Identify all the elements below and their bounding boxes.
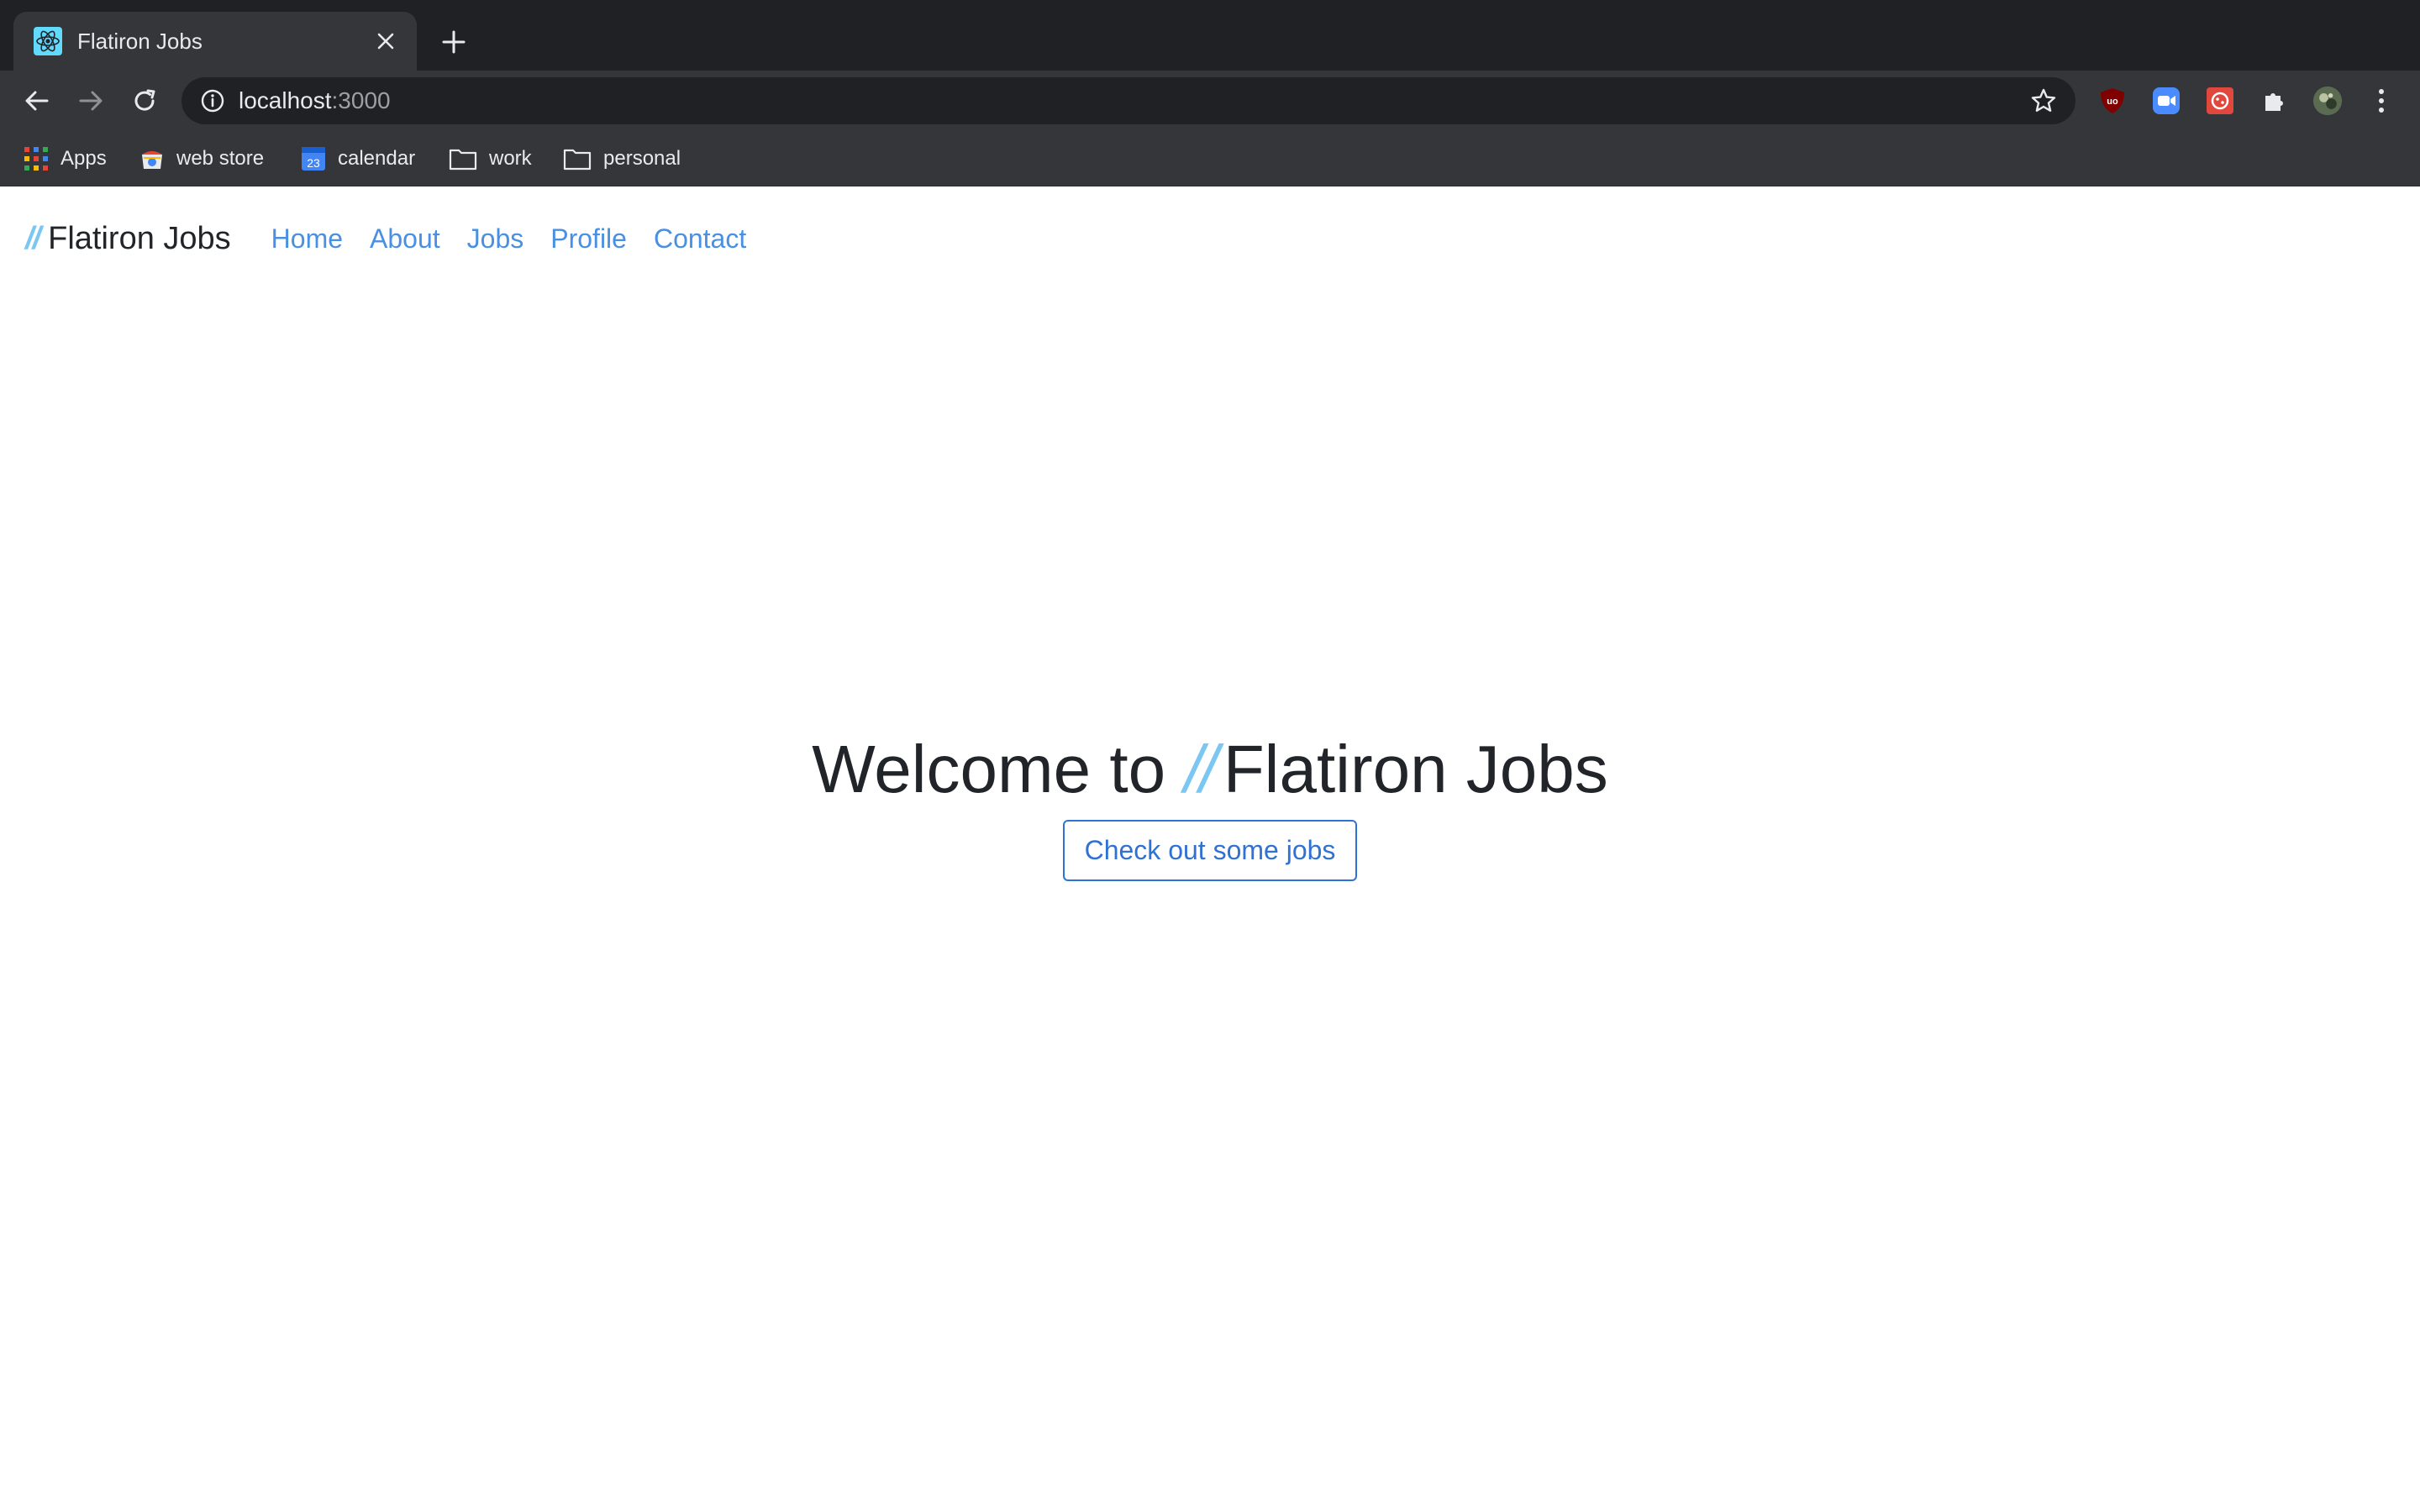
info-icon[interactable] — [200, 88, 225, 113]
hero-title-suffix: Flatiron Jobs — [1223, 732, 1608, 806]
bookmarks-bar: Apps web store 23 calendar work personal — [0, 131, 2420, 186]
bookmark-label: work — [489, 147, 532, 170]
kebab-menu-icon[interactable] — [2366, 86, 2396, 116]
bookmark-label: calendar — [338, 147, 416, 170]
url-port: :3000 — [331, 87, 391, 113]
bookmark-apps[interactable]: Apps — [24, 143, 107, 175]
nav-link-jobs[interactable]: Jobs — [467, 223, 524, 255]
hero-title-prefix: Welcome to — [812, 732, 1166, 806]
ublock-icon[interactable]: uo — [2097, 86, 2128, 116]
folder-icon — [449, 149, 477, 171]
cookie-extension-icon[interactable] — [2205, 86, 2235, 116]
browser-toolbar: localhost:3000 uo — [0, 71, 2420, 131]
profile-avatar[interactable] — [2312, 86, 2343, 116]
back-arrow-icon[interactable] — [20, 84, 54, 118]
tab-title: Flatiron Jobs — [77, 28, 203, 54]
puzzle-extensions-icon[interactable] — [2259, 86, 2289, 116]
zoom-icon[interactable] — [2151, 86, 2181, 116]
reload-icon[interactable] — [128, 84, 161, 118]
hero-title: Welcome to //Flatiron Jobs — [0, 731, 2420, 808]
webstore-icon — [142, 151, 162, 169]
bookmark-folder-personal[interactable]: personal — [563, 143, 681, 175]
hero-title-slashes: // — [1184, 732, 1218, 806]
calendar-icon: 23 — [302, 147, 325, 171]
hero-section: Welcome to //Flatiron Jobs Check out som… — [0, 731, 2420, 881]
bookmark-label: Apps — [60, 147, 107, 170]
forward-arrow-icon[interactable] — [74, 84, 108, 118]
react-favicon-icon — [34, 27, 62, 55]
close-tab-icon[interactable] — [371, 27, 400, 55]
apps-grid-icon — [24, 147, 48, 171]
url-host: localhost — [239, 87, 332, 113]
page-content: // Flatiron Jobs Home About Jobs Profile… — [0, 186, 2420, 1512]
address-bar[interactable]: localhost:3000 — [182, 77, 2075, 124]
site-navbar: // Flatiron Jobs Home About Jobs Profile… — [25, 213, 773, 264]
bookmark-label: personal — [603, 147, 681, 170]
brand-name: Flatiron Jobs — [48, 220, 231, 256]
tab-strip: Flatiron Jobs — [0, 0, 2420, 71]
brand-slashes: // — [25, 220, 41, 256]
nav-link-home[interactable]: Home — [271, 223, 343, 255]
brand-link[interactable]: // Flatiron Jobs — [25, 221, 231, 257]
check-out-jobs-button[interactable]: Check out some jobs — [1062, 820, 1358, 881]
svg-text:uo: uo — [2107, 97, 2118, 107]
bookmark-folder-work[interactable]: work — [449, 143, 532, 175]
new-tab-icon[interactable] — [437, 25, 471, 59]
active-tab[interactable]: Flatiron Jobs — [13, 12, 417, 71]
folder-icon — [563, 149, 592, 171]
bookmark-calendar[interactable]: 23 calendar — [301, 143, 415, 175]
bookmark-web-store[interactable]: web store — [139, 143, 264, 175]
nav-link-profile[interactable]: Profile — [550, 223, 627, 255]
svg-text:23: 23 — [307, 156, 320, 170]
bookmark-label: web store — [176, 147, 265, 170]
nav-link-contact[interactable]: Contact — [654, 223, 746, 255]
bookmark-star-icon[interactable] — [2030, 87, 2057, 114]
nav-link-about[interactable]: About — [370, 223, 440, 255]
